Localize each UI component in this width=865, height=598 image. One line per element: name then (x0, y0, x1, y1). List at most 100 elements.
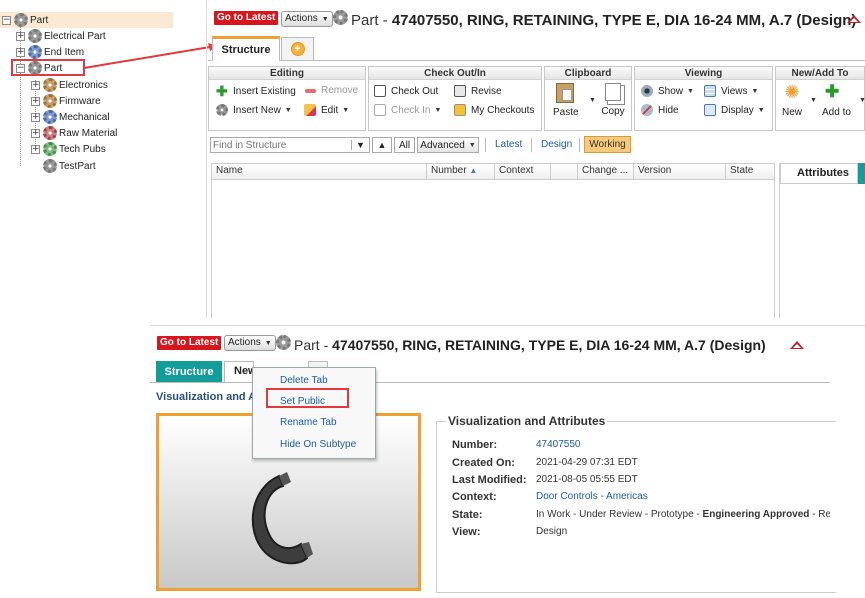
check-out-label: Check Out (391, 85, 439, 97)
tab-context-menu: Delete Tab Set Public Rename Tab Hide On… (252, 367, 376, 459)
check-out-icon (374, 85, 386, 97)
column-blank[interactable] (551, 164, 578, 180)
state-label: State: (452, 509, 483, 521)
insert-new-label: Insert New (233, 104, 281, 116)
go-to-latest-button[interactable]: Go to Latest (157, 336, 222, 350)
last-modified-label: Last Modified: (452, 474, 527, 486)
plus-icon: + (290, 42, 305, 56)
hide-button[interactable]: Hide (641, 104, 679, 116)
remove-button[interactable]: Remove (305, 85, 358, 96)
menu-item-delete-tab[interactable]: Delete Tab (280, 375, 328, 386)
paste-label: Paste (553, 107, 579, 118)
add-to-button[interactable]: ✚ Add to (820, 82, 856, 119)
collapse-up-icon[interactable] (847, 15, 861, 23)
find-up-button[interactable]: ▲ (372, 137, 392, 153)
check-out-button[interactable]: Check Out (374, 85, 438, 97)
new-button[interactable]: ✺ New (780, 82, 808, 118)
created-on-label: Created On: (452, 457, 515, 469)
structure-grid (211, 163, 775, 318)
chevron-down-icon[interactable]: ▼ (810, 97, 817, 104)
my-checkouts-button[interactable]: My Checkouts (454, 104, 534, 116)
chevron-down-icon[interactable]: ▼ (351, 140, 369, 150)
menu-item-rename-tab[interactable]: Rename Tab (280, 417, 337, 428)
menu-item-hide-on-subtype[interactable]: Hide On Subtype (280, 439, 356, 450)
copy-label: Copy (601, 106, 625, 117)
eye-icon (641, 85, 653, 97)
copy-button[interactable]: Copy (600, 83, 626, 117)
filter-working-button[interactable]: Working (584, 136, 631, 153)
find-in-structure-input[interactable] (211, 139, 351, 151)
insert-existing-label: Insert Existing (233, 85, 296, 97)
column-state[interactable]: State (726, 164, 774, 180)
go-to-latest-button[interactable]: Go to Latest (214, 11, 279, 25)
page-title: Part - 47407550, RING, RETAINING, TYPE E… (294, 337, 766, 353)
last-modified-value: 2021-08-05 05:55 EDT (536, 474, 638, 485)
copy-icon (605, 83, 621, 101)
chevron-down-icon: ▼ (342, 106, 350, 114)
column-number[interactable]: Number ▲ (427, 164, 495, 180)
ribbon-group-viewing: Viewing (634, 66, 773, 131)
column-version[interactable]: Version (634, 164, 726, 180)
chevron-down-icon: ▼ (434, 106, 442, 114)
tab-structure[interactable]: Structure (212, 36, 280, 61)
ribbon-group-title: Editing (209, 67, 365, 80)
add-tab-button[interactable]: + (281, 37, 314, 60)
edit-button[interactable]: Edit ▼ (304, 104, 349, 116)
title-bold: 47407550, RING, RETAINING, TYPE E, DIA 1… (332, 337, 766, 353)
number-value-link[interactable]: 47407550 (536, 439, 581, 450)
my-checkouts-label: My Checkouts (471, 104, 535, 116)
state-value-pre: In Work - Under Review - Prototype - (536, 509, 703, 520)
column-name[interactable]: Name (212, 164, 427, 180)
section-label: Visualization and A (156, 391, 257, 403)
title-prefix: Part - (351, 12, 392, 29)
chevron-up-icon: ▲ (377, 140, 387, 150)
column-context[interactable]: Context (495, 164, 551, 180)
add-to-label: Add to (822, 107, 851, 118)
display-label: Display (721, 104, 754, 116)
filter-design-link[interactable]: Design (541, 139, 572, 150)
paste-button[interactable]: Paste (553, 83, 579, 118)
advanced-button[interactable]: Advanced ▼ (417, 137, 479, 153)
chevron-down-icon[interactable]: ▼ (859, 97, 865, 104)
chevron-down-icon[interactable]: ▼ (589, 97, 596, 104)
minus-icon (305, 88, 316, 93)
part-gear-icon (333, 10, 348, 25)
actions-button[interactable]: Actions ▼ (224, 335, 276, 351)
chevron-down-icon: ▼ (468, 141, 476, 149)
view-value: Design (536, 526, 568, 537)
show-button[interactable]: Show ▼ (641, 85, 694, 97)
sparkle-icon: ✺ (784, 82, 800, 102)
tab-strip-line (208, 60, 865, 61)
collapse-up-icon[interactable] (790, 341, 804, 349)
tab-structure[interactable]: Structure (156, 361, 222, 382)
views-button[interactable]: Views ▼ (704, 85, 758, 97)
check-in-button[interactable]: Check In ▼ (374, 104, 441, 116)
filter-latest-link[interactable]: Latest (495, 139, 522, 150)
ribbon-group-title: Viewing (635, 67, 772, 80)
next-tab-strip[interactable] (858, 163, 865, 184)
insert-existing-button[interactable]: ✚ Insert Existing (216, 84, 296, 98)
views-label: Views (721, 85, 748, 97)
state-value-post: - Rel (812, 509, 830, 520)
pencil-icon (304, 104, 316, 116)
ribbon-group-checkout: Check Out/In (368, 66, 542, 131)
created-on-value: 2021-04-29 07:31 EDT (536, 457, 638, 468)
display-button[interactable]: Display ▼ (704, 104, 765, 116)
check-in-icon (374, 104, 386, 116)
column-number-label: Number (431, 165, 467, 176)
actions-label: Actions (285, 13, 318, 24)
actions-label: Actions (228, 337, 261, 348)
actions-button[interactable]: Actions ▼ (281, 11, 333, 27)
tab-attributes[interactable]: Attributes (780, 163, 858, 184)
revise-button[interactable]: Revise (454, 85, 502, 97)
context-label: Context: (452, 491, 497, 503)
context-value-link[interactable]: Door Controls - Americas (536, 491, 648, 502)
add-to-icon: ✚ (825, 82, 840, 101)
column-change[interactable]: Change ... (578, 164, 634, 180)
find-in-structure-field[interactable]: ▼ (210, 137, 370, 153)
clipboard-icon (556, 83, 574, 103)
find-all-button[interactable]: All (394, 137, 415, 153)
tab-new[interactable]: New (224, 361, 257, 382)
screenshot-divider (150, 325, 865, 326)
insert-new-button[interactable]: Insert New ▼ (216, 104, 292, 116)
